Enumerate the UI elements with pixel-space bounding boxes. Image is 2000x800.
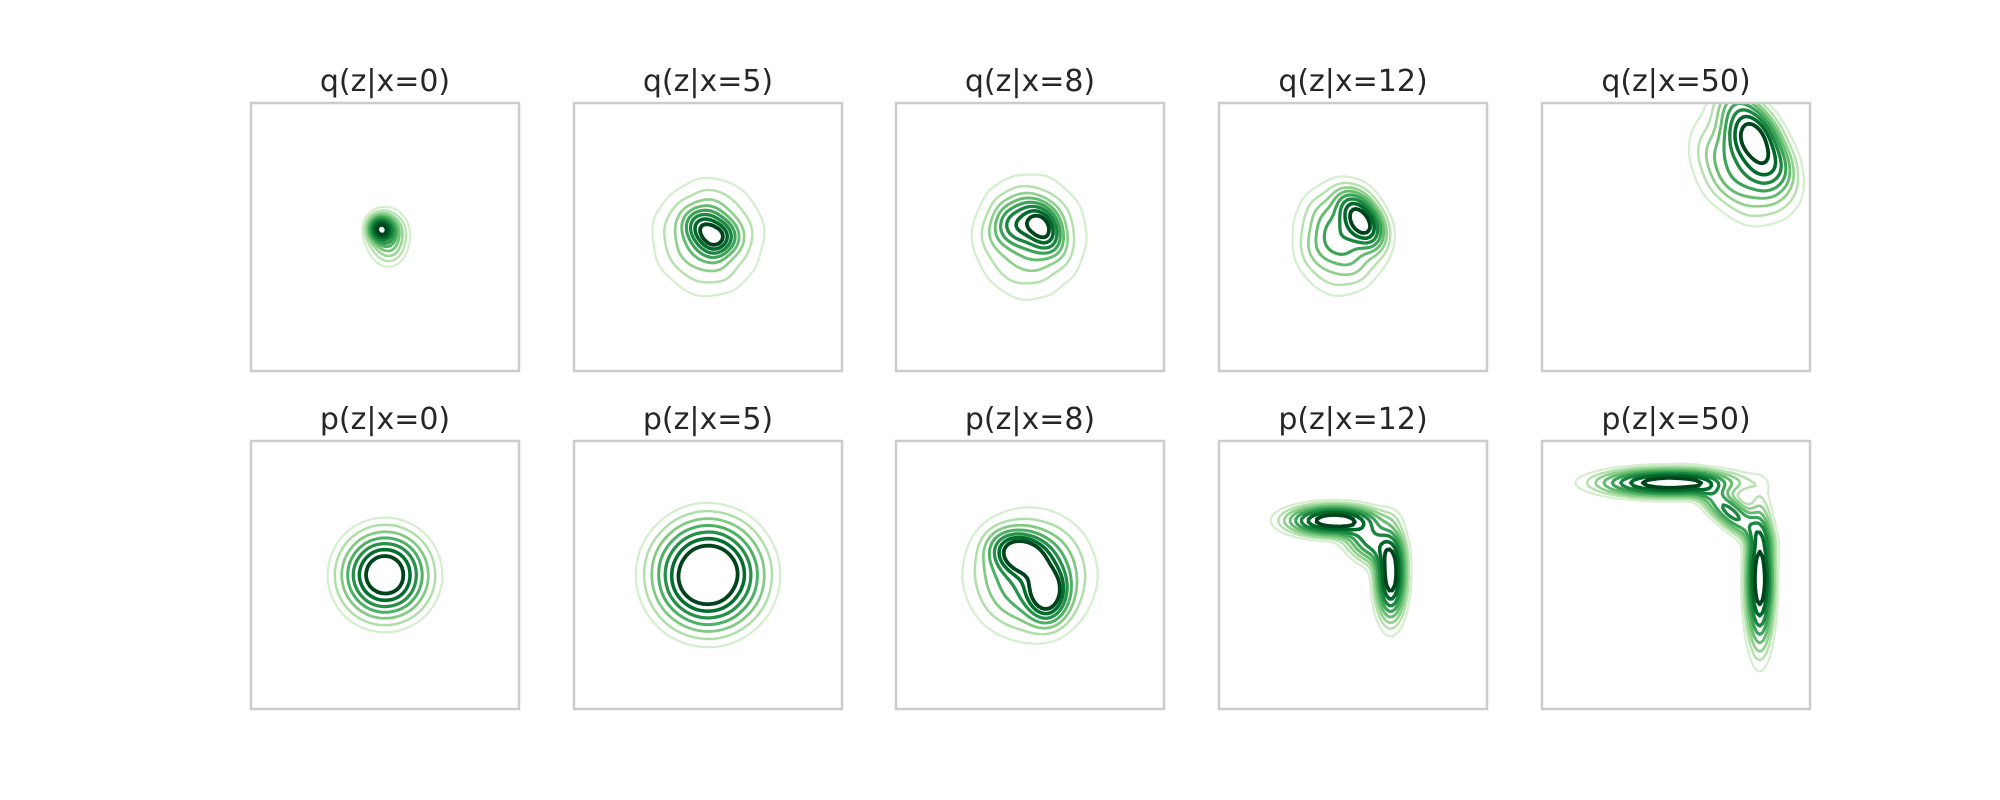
contour-figure: q(z|x=0) q(z|x=5) q(z|x=8) q(z|x=12) q(z|x=5… xyxy=(0,0,2000,800)
panel-title: p(z|x=8) xyxy=(965,402,1095,437)
panel-title: p(z|x=12) xyxy=(1278,402,1427,437)
panel-title: p(z|x=0) xyxy=(320,402,450,437)
panel-title: q(z|x=5) xyxy=(643,64,773,99)
panel-title: p(z|x=50) xyxy=(1601,402,1750,437)
panel-title: p(z|x=5) xyxy=(643,402,773,437)
panel-title: q(z|x=12) xyxy=(1278,64,1427,99)
panel-title: q(z|x=0) xyxy=(320,64,450,99)
panel-title: q(z|x=8) xyxy=(965,64,1095,99)
panel-title: q(z|x=50) xyxy=(1601,64,1750,99)
figure-background xyxy=(0,0,2000,800)
